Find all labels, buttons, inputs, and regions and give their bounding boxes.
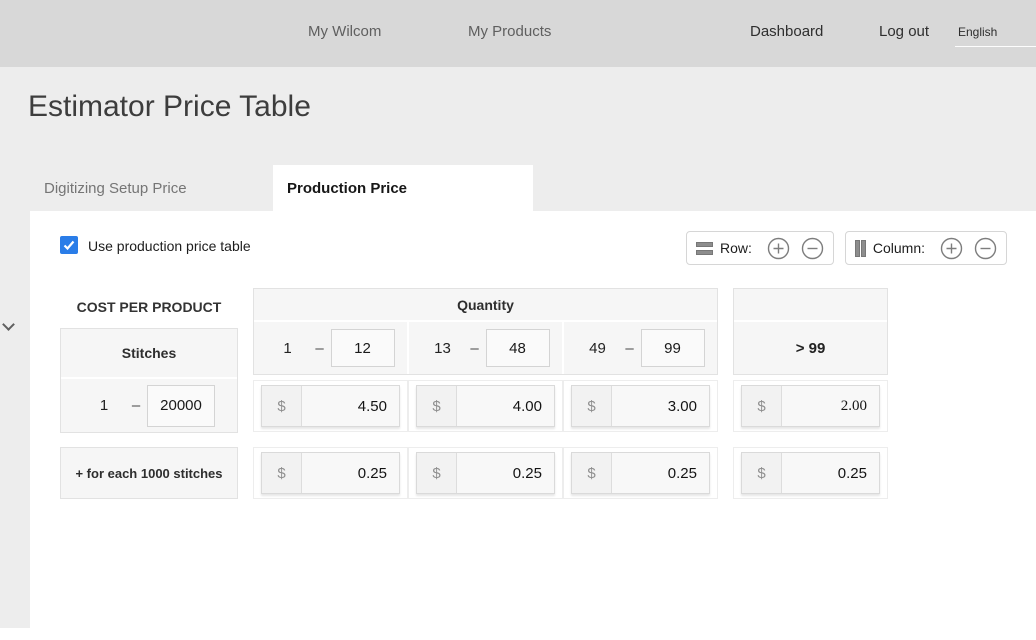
chevron-down-icon[interactable]: [2, 318, 15, 331]
bottom-strip: [0, 628, 1036, 640]
currency-symbol: $: [417, 453, 457, 493]
stitches-header: Stitches: [61, 329, 237, 379]
per-1000-price-cell-2: $: [408, 447, 563, 499]
currency-symbol: $: [417, 386, 457, 426]
quantity-range-from: 1: [267, 340, 309, 357]
quantity-range-to-input-3[interactable]: [641, 329, 705, 367]
quantity-header: Quantity: [254, 289, 717, 322]
nav-logout[interactable]: Log out: [879, 23, 929, 40]
quantity-range-to-input-1[interactable]: [331, 329, 395, 367]
range-dash: –: [309, 340, 331, 357]
over-99-label: > 99: [734, 322, 887, 374]
columns-icon: [855, 240, 866, 257]
checkmark-icon: [62, 238, 76, 252]
use-production-price-label: Use production price table: [88, 238, 251, 254]
add-column-button[interactable]: [940, 237, 963, 260]
cost-per-product-label: COST PER PRODUCT: [60, 299, 238, 315]
rows-icon: [696, 242, 713, 255]
column-control-group: Column:: [845, 231, 1007, 265]
stitches-range-cell: 1 –: [61, 379, 237, 432]
remove-row-button[interactable]: [801, 237, 824, 260]
nav-my-products[interactable]: My Products: [468, 23, 551, 40]
quantity-range-to-input-2[interactable]: [486, 329, 550, 367]
page-title: Estimator Price Table: [28, 90, 311, 124]
per-1000-price-cell-4: $: [733, 447, 888, 499]
stitches-block: Stitches 1 –: [60, 328, 238, 433]
tab-digitizing-setup-price[interactable]: Digitizing Setup Price: [30, 165, 273, 211]
remove-column-button[interactable]: [974, 237, 997, 260]
use-production-price-checkbox[interactable]: [60, 236, 78, 254]
per-1000-price-input-4[interactable]: [782, 453, 879, 493]
per-1000-stitches-label: + for each 1000 stitches: [60, 447, 238, 499]
plus-circle-icon: [940, 237, 963, 260]
per-1000-price-input-2[interactable]: [457, 453, 554, 493]
per-1000-price-cell-3: $: [563, 447, 718, 499]
language-selector[interactable]: English: [955, 19, 1036, 47]
currency-symbol: $: [742, 453, 782, 493]
currency-symbol: $: [262, 453, 302, 493]
currency-symbol: $: [572, 386, 612, 426]
plus-circle-icon: [767, 237, 790, 260]
tab-production-price[interactable]: Production Price: [273, 165, 533, 211]
unit-price-input-4[interactable]: [782, 386, 879, 426]
quantity-range-cell-3: 49 –: [562, 322, 717, 374]
currency-symbol: $: [742, 386, 782, 426]
range-dash: –: [619, 340, 641, 357]
unit-price-cell-4: $: [733, 380, 888, 432]
top-navigation: My Wilcom My Products Dashboard Log out …: [0, 0, 1036, 67]
currency-symbol: $: [572, 453, 612, 493]
column-control-label: Column:: [873, 240, 925, 256]
unit-price-cell-1: $: [253, 380, 408, 432]
nav-dashboard[interactable]: Dashboard: [750, 23, 823, 40]
quantity-range-cell-1: 1 –: [254, 322, 407, 374]
per-1000-price-cell-1: $: [253, 447, 408, 499]
add-row-button[interactable]: [767, 237, 790, 260]
over-99-block: > 99: [733, 288, 888, 375]
per-1000-price-input-1[interactable]: [302, 453, 399, 493]
unit-price-cell-2: $: [408, 380, 563, 432]
unit-price-cell-3: $: [563, 380, 718, 432]
quantity-block: Quantity 1 – 13 – 49 –: [253, 288, 718, 375]
stitches-range-to-input[interactable]: [147, 385, 215, 427]
quantity-range-cell-2: 13 –: [407, 322, 562, 374]
range-dash: –: [464, 340, 486, 357]
quantity-range-from: 49: [577, 340, 619, 357]
nav-my-wilcom[interactable]: My Wilcom: [308, 23, 381, 40]
range-dash: –: [125, 397, 147, 414]
language-selector-value: English: [958, 25, 997, 39]
tab-production-label: Production Price: [287, 180, 407, 197]
estimator-price-table-screen: My Wilcom My Products Dashboard Log out …: [0, 0, 1036, 640]
row-control-label: Row:: [720, 240, 752, 256]
over-99-header-spacer: [734, 289, 887, 322]
unit-price-input-3[interactable]: [612, 386, 709, 426]
per-1000-price-input-3[interactable]: [612, 453, 709, 493]
unit-price-input-2[interactable]: [457, 386, 554, 426]
currency-symbol: $: [262, 386, 302, 426]
minus-circle-icon: [974, 237, 997, 260]
unit-price-input-1[interactable]: [302, 386, 399, 426]
stitches-range-from: 1: [83, 397, 125, 414]
row-control-group: Row:: [686, 231, 834, 265]
minus-circle-icon: [801, 237, 824, 260]
tab-digitizing-label: Digitizing Setup Price: [44, 180, 187, 197]
quantity-range-from: 13: [422, 340, 464, 357]
